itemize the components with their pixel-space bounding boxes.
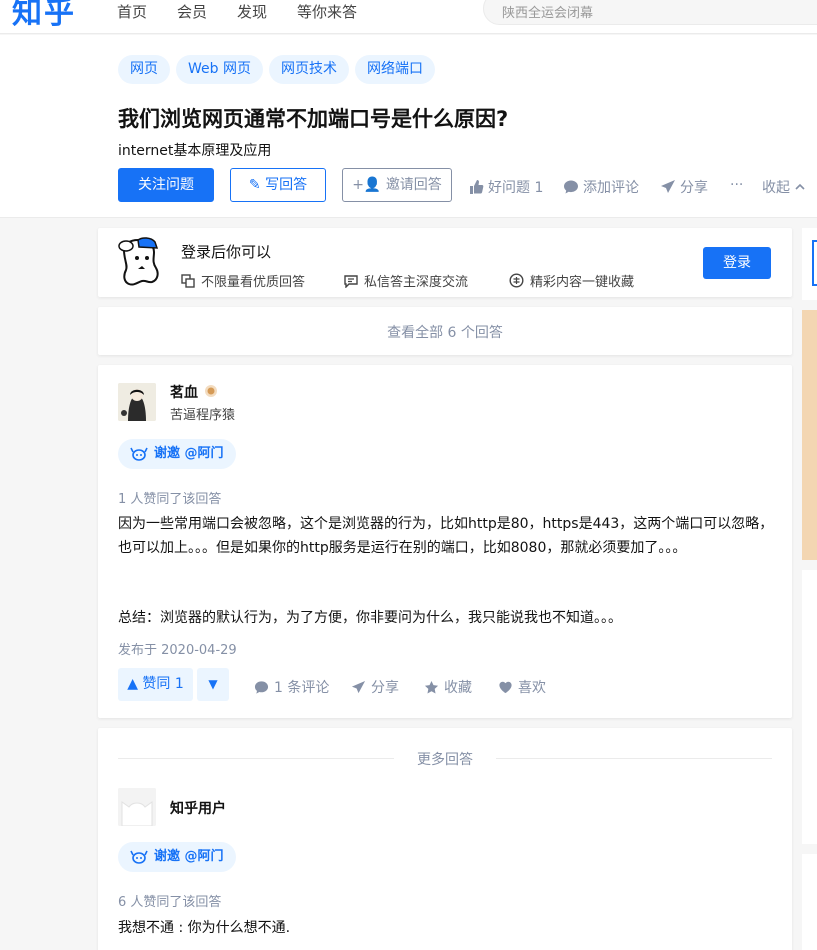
author-name[interactable]: 茗血 — [170, 382, 198, 402]
share-icon — [351, 680, 366, 693]
search-input[interactable]: 陕西全运会闭幕 — [483, 0, 817, 25]
comment-icon — [564, 180, 578, 194]
question-detail: internet基本原理及应用 — [118, 143, 272, 159]
heart-icon — [499, 681, 512, 693]
chevron-up-icon — [795, 183, 805, 190]
star-icon — [424, 680, 439, 693]
follow-question-button[interactable]: 关注问题 — [118, 168, 214, 202]
mascot-icon — [130, 850, 148, 864]
avatar[interactable] — [118, 383, 156, 421]
thanks-invite-badge[interactable]: 谢邀 @阿门 — [118, 842, 236, 872]
like-button[interactable]: 喜欢 — [498, 677, 546, 697]
add-comment-label: 添加评论 — [583, 180, 639, 196]
answer-card: 茗血 苦逼程序猿 谢邀 @阿门 1 人赞同了该回答 因为一些常用端口会被忽略，这… — [98, 365, 792, 718]
collect-label: 收藏 — [444, 680, 472, 696]
author-avatar-icon — [118, 383, 156, 421]
sidebar-card — [802, 570, 817, 844]
avatar[interactable] — [118, 788, 156, 826]
nav-waiting[interactable]: 等你来答 — [297, 1, 357, 22]
share-answer-button[interactable]: 分享 — [351, 677, 399, 697]
share-icon — [661, 180, 675, 193]
publish-date: 发布于 2020-04-29 — [118, 643, 237, 658]
vote-summary: 6 人赞同了该回答 — [118, 895, 222, 910]
topic-tag[interactable]: 网络端口 — [354, 55, 435, 84]
answer-paragraph: 我想不通 : 你为什么想不通. — [118, 920, 291, 936]
question-header: 网页 Web 网页 网页技术 网络端口 我们浏览网页通常不加端口号是什么原因? … — [0, 35, 817, 218]
downvote-icon: ▼ — [208, 677, 218, 691]
login-button[interactable]: 登录 — [703, 247, 771, 279]
collect-button[interactable]: 收藏 — [424, 677, 472, 697]
add-comment-button[interactable]: 添加评论 — [563, 177, 639, 197]
write-answer-button[interactable]: ✎ 写回答 — [230, 168, 326, 202]
collapse-label: 收起 — [762, 180, 790, 196]
login-feature: 私信答主深度交流 — [344, 271, 468, 290]
topic-tag[interactable]: Web 网页 — [176, 55, 263, 84]
view-all-card[interactable]: 查看全部 6 个回答 — [98, 307, 792, 355]
pencil-icon: ✎ — [248, 177, 261, 193]
nav-discover[interactable]: 发现 — [237, 1, 267, 22]
answer-paragraph: 总结：浏览器的默认行为，为了方便，你非要问为什么，我只能说我也不知道。。。 — [118, 610, 622, 626]
sidebar-ad-image[interactable] — [802, 310, 817, 560]
sidebar-icon — [812, 240, 817, 286]
good-question-label: 好问题 1 — [488, 180, 544, 196]
login-feature: 精彩内容一键收藏 — [509, 271, 634, 290]
login-prompt-card: 登录后你可以 不限量看优质回答 私信答主深度交流 精彩内容一键收藏 登录 — [98, 228, 792, 297]
author-name[interactable]: 知乎用户 — [170, 798, 226, 818]
copy-icon — [181, 273, 195, 288]
good-question-button[interactable]: 好问题 1 — [468, 177, 543, 197]
thanks-invite-label: 谢邀 @阿门 — [154, 849, 224, 864]
comment-icon — [254, 680, 269, 694]
share-question-label: 分享 — [680, 180, 708, 196]
login-feature-label: 私信答主深度交流 — [364, 275, 469, 290]
mascot-icon — [130, 447, 148, 461]
answer-paragraph: 因为一些常用端口会被忽略，这个是浏览器的行为，比如http是80，https是4… — [118, 516, 774, 556]
sidebar-card — [802, 854, 817, 950]
share-answer-label: 分享 — [371, 680, 399, 696]
comments-label: 1 条评论 — [274, 680, 330, 696]
nav-home[interactable]: 首页 — [117, 1, 147, 22]
more-answers-label: 更多回答 — [417, 752, 473, 768]
default-avatar-icon — [118, 788, 156, 826]
invite-answer-button[interactable]: +👤 邀请回答 — [342, 168, 452, 202]
topic-tag[interactable]: 网页 — [118, 55, 170, 84]
downvote-button[interactable]: ▼ — [197, 668, 229, 701]
share-question-button[interactable]: 分享 — [660, 177, 708, 197]
badge-icon — [205, 385, 217, 397]
thumbs-up-icon — [470, 180, 484, 194]
author-headline: 苦逼程序猿 — [170, 408, 236, 423]
question-title: 我们浏览网页通常不加端口号是什么原因? — [118, 107, 509, 131]
sidebar-card — [802, 228, 817, 300]
login-feature: 不限量看优质回答 — [181, 271, 305, 290]
top-nav: 知乎 首页 会员 发现 等你来答 陕西全运会闭幕 — [0, 0, 817, 34]
message-icon — [344, 274, 358, 288]
more-icon: ··· — [730, 177, 744, 193]
write-answer-label: 写回答 — [265, 177, 308, 193]
zhihu-mascot-icon — [118, 237, 159, 286]
vote-summary: 1 人赞同了该回答 — [118, 492, 222, 507]
collapse-button[interactable]: 收起 — [762, 177, 806, 197]
login-prompt-title: 登录后你可以 — [181, 243, 272, 261]
topic-tag[interactable]: 网页技术 — [268, 55, 349, 84]
more-answers-card: 更多回答 知乎用户 谢邀 @阿门 6 人赞同了该回答 我想不通 : 你为什么想不… — [98, 728, 792, 950]
thanks-invite-badge[interactable]: 谢邀 @阿门 — [118, 439, 236, 469]
comments-button[interactable]: 1 条评论 — [254, 677, 329, 697]
invite-answer-label: 邀请回答 — [385, 177, 442, 193]
collection-icon — [509, 273, 524, 288]
topic-tags: 网页 Web 网页 网页技术 网络端口 — [118, 55, 435, 84]
login-feature-label: 不限量看优质回答 — [201, 275, 306, 290]
view-all-answers-link[interactable]: 查看全部 6 个回答 — [98, 322, 792, 342]
zhihu-logo[interactable]: 知乎 — [12, 0, 76, 32]
like-label: 喜欢 — [518, 680, 546, 696]
add-user-icon: +👤 — [352, 177, 382, 193]
upvote-button[interactable]: ▲ 赞同 1 — [118, 668, 193, 701]
login-feature-label: 精彩内容一键收藏 — [530, 275, 635, 290]
thanks-invite-label: 谢邀 @阿门 — [154, 446, 224, 461]
nav-vip[interactable]: 会员 — [177, 1, 207, 22]
more-options-button[interactable]: ··· — [730, 177, 743, 193]
